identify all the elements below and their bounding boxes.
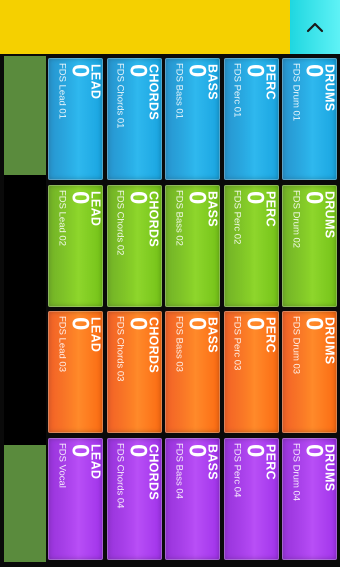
pad-sound-name: FDS Perc 03: [231, 316, 243, 371]
pad-sound-name: FDS Bass 02: [173, 189, 184, 246]
pad-value: 0: [124, 190, 152, 204]
pad-sound-name: FDS Perc 02: [231, 189, 243, 244]
pad-value: 0: [183, 64, 210, 78]
pad-bass-2[interactable]: BASS 0 FDS Bass 02: [165, 184, 220, 307]
pad-sound-name: FDS Lead 01: [56, 63, 67, 119]
pad-value: 0: [300, 64, 327, 78]
pad-lead-4[interactable]: LEAD 0 FDS Vocal: [48, 437, 103, 560]
pad-sound-name: FDS Chords 03: [114, 316, 126, 382]
pad-value: 0: [124, 317, 152, 331]
pad-value: 0: [124, 64, 152, 78]
pad-value: 0: [300, 317, 327, 331]
pad-value: 0: [66, 443, 93, 457]
side-panel-bottom[interactable]: [4, 445, 46, 562]
pad-sound-name: FDS Drum 03: [290, 316, 301, 375]
pad-lead-3[interactable]: LEAD 0 FDS Lead 03: [48, 311, 103, 433]
pad-bass-4[interactable]: BASS 0 FDS Bass 04: [165, 437, 220, 560]
pad-chords-3[interactable]: CHORDS 0 FDS Chords 03: [106, 311, 162, 433]
pad-value: 0: [300, 443, 327, 457]
pad-sound-name: FDS Chords 01: [114, 63, 126, 129]
pad-perc-4[interactable]: PERC 0 FDS Perc 04: [223, 437, 279, 560]
pad-perc-2[interactable]: PERC 0 FDS Perc 02: [223, 184, 279, 307]
pad-value: 0: [183, 190, 210, 204]
side-panel-top[interactable]: [4, 56, 46, 175]
pad-value: 0: [66, 64, 93, 78]
pad-drums-3[interactable]: DRUMS 0 FDS Drum 03: [282, 311, 337, 433]
pad-sound-name: FDS Chords 04: [114, 442, 126, 508]
pad-value: 0: [241, 64, 269, 78]
pad-value: 0: [183, 443, 210, 457]
pad-sound-name: FDS Bass 03: [173, 316, 184, 372]
collapse-button[interactable]: [290, 0, 340, 54]
pad-lead-1[interactable]: LEAD 0 FDS Lead 01: [48, 58, 103, 180]
pad-value: 0: [241, 317, 269, 331]
pad-sound-name: FDS Chords 02: [114, 189, 126, 255]
pad-bass-3[interactable]: BASS 0 FDS Bass 03: [165, 311, 220, 433]
pad-value: 0: [241, 190, 269, 204]
pad-value: 0: [300, 190, 327, 204]
pad-sound-name: FDS Lead 02: [56, 189, 67, 246]
pad-value: 0: [66, 190, 93, 204]
top-bar: [0, 0, 290, 54]
pad-sound-name: FDS Perc 04: [231, 442, 243, 497]
pad-drums-2[interactable]: DRUMS 0 FDS Drum 02: [282, 184, 337, 307]
pad-sound-name: FDS Bass 04: [173, 442, 184, 499]
pad-grid: LEAD 0 FDS Lead 01 CHORDS 0 FDS Chords 0…: [48, 58, 337, 563]
pad-sound-name: FDS Lead 03: [56, 316, 67, 372]
pad-chords-4[interactable]: CHORDS 0 FDS Chords 04: [106, 437, 162, 560]
pad-bass-1[interactable]: BASS 0 FDS Bass 01: [165, 58, 220, 180]
pad-sound-name: FDS Vocal: [56, 442, 67, 488]
pad-lead-2[interactable]: LEAD 0 FDS Lead 02: [48, 184, 103, 307]
side-panel-middle: [4, 175, 46, 445]
pad-sound-name: FDS Bass 01: [173, 63, 184, 119]
pad-value: 0: [66, 317, 93, 331]
pad-drums-4[interactable]: DRUMS 0 FDS Drum 04: [282, 437, 337, 560]
pad-value: 0: [124, 443, 152, 457]
pad-perc-1[interactable]: PERC 0 FDS Perc 01: [223, 58, 279, 180]
pad-sound-name: FDS Drum 02: [290, 189, 301, 248]
pad-drums-1[interactable]: DRUMS 0 FDS Drum 01: [282, 58, 337, 180]
pad-sound-name: FDS Perc 01: [231, 63, 243, 118]
chevron-up-icon: [306, 22, 324, 33]
pad-chords-2[interactable]: CHORDS 0 FDS Chords 02: [106, 184, 162, 307]
pad-value: 0: [183, 317, 210, 331]
pad-value: 0: [241, 443, 269, 457]
pad-sound-name: FDS Drum 04: [290, 442, 301, 501]
pad-sound-name: FDS Drum 01: [290, 63, 301, 122]
pad-perc-3[interactable]: PERC 0 FDS Perc 03: [223, 311, 279, 433]
pad-chords-1[interactable]: CHORDS 0 FDS Chords 01: [106, 58, 162, 180]
